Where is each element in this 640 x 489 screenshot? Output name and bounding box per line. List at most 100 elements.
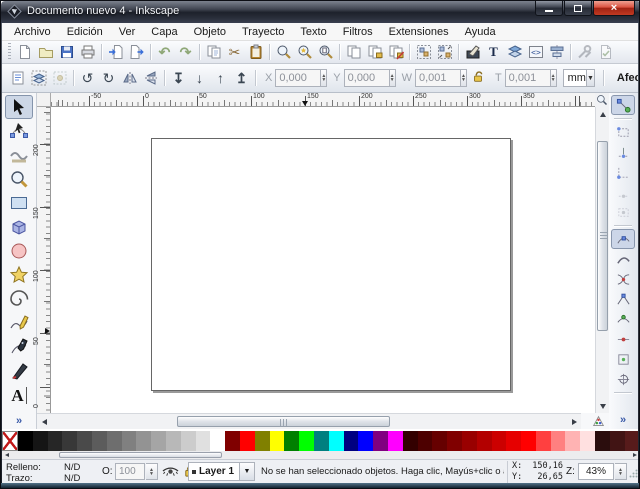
scroll-up-arrow[interactable]	[596, 107, 610, 121]
color-swatch[interactable]	[344, 431, 359, 451]
fill-value[interactable]: N/D	[64, 462, 80, 473]
layers-dialog-button[interactable]	[504, 42, 525, 62]
color-swatch[interactable]	[314, 431, 329, 451]
enable-snapping-button[interactable]	[611, 95, 635, 115]
pencil-tool[interactable]	[5, 311, 33, 335]
color-swatch[interactable]	[181, 431, 196, 451]
snap-path-intersections-button[interactable]	[611, 269, 635, 289]
color-swatch[interactable]	[122, 431, 137, 451]
color-swatch[interactable]	[48, 431, 63, 451]
lower-to-bottom-button[interactable]: ↧	[168, 68, 189, 88]
color-swatch[interactable]	[92, 431, 107, 451]
snap-bbox-edge-midpoints-button[interactable]	[611, 182, 635, 202]
document-properties-button[interactable]	[595, 42, 616, 62]
color-swatch[interactable]	[166, 431, 181, 451]
color-swatch[interactable]	[299, 431, 314, 451]
redo-button[interactable]: ↷	[175, 42, 196, 62]
snap-paths-button[interactable]	[611, 249, 635, 269]
color-swatch[interactable]	[565, 431, 580, 451]
node-tool[interactable]	[5, 119, 33, 143]
open-document-button[interactable]	[35, 42, 56, 62]
height-spinner[interactable]: ▲▼	[551, 69, 557, 87]
snap-nodes-button[interactable]	[611, 229, 635, 249]
close-button[interactable]: ×	[593, 1, 635, 16]
y-spinner[interactable]: ▲▼	[390, 69, 396, 87]
menu-item-archivo[interactable]: Archivo	[6, 24, 59, 40]
minimize-button[interactable]	[535, 1, 563, 16]
x-spinner[interactable]: ▲▼	[321, 69, 327, 87]
menu-item-filtros[interactable]: Filtros	[335, 24, 381, 40]
menu-item-trayecto[interactable]: Trayecto	[234, 24, 292, 40]
pen-tool[interactable]	[5, 335, 33, 359]
snap-bbox-button[interactable]	[611, 122, 635, 142]
color-swatch[interactable]	[18, 431, 33, 451]
save-document-button[interactable]	[56, 42, 77, 62]
select-all-button[interactable]	[7, 68, 28, 88]
y-field[interactable]	[344, 69, 390, 87]
zoom-page-button[interactable]	[315, 42, 336, 62]
text-dialog-button[interactable]: T	[483, 42, 504, 62]
swatch-none[interactable]	[2, 431, 18, 451]
inkscape-preferences-button[interactable]	[574, 42, 595, 62]
raise-to-top-button[interactable]: ↥	[231, 68, 252, 88]
snap-object-centers-button[interactable]	[611, 349, 635, 369]
sticky-zoom-toggle[interactable]	[595, 93, 609, 107]
unit-dropdown-icon[interactable]: ▼	[587, 69, 595, 87]
flip-horizontal-button[interactable]	[119, 68, 140, 88]
layer-visibility-eye-icon[interactable]	[162, 465, 179, 480]
export-document-button[interactable]	[126, 42, 147, 62]
height-field[interactable]	[505, 69, 551, 87]
color-swatch[interactable]	[492, 431, 507, 451]
menu-item-capa[interactable]: Capa	[143, 24, 185, 40]
new-document-button[interactable]	[14, 42, 35, 62]
color-swatch[interactable]	[432, 431, 447, 451]
color-swatch[interactable]	[225, 431, 240, 451]
print-document-button[interactable]	[77, 42, 98, 62]
color-swatch[interactable]	[403, 431, 418, 451]
layer-dropdown-icon[interactable]: ▼	[240, 462, 255, 481]
zoom-tool[interactable]	[5, 167, 33, 191]
vertical-ruler[interactable]: 200150100500	[37, 107, 51, 413]
color-swatch[interactable]	[610, 431, 625, 451]
unlink-clone-button[interactable]	[385, 42, 406, 62]
scroll-down-arrow[interactable]	[596, 399, 610, 413]
tweak-tool[interactable]	[5, 143, 33, 167]
raise-button[interactable]: ↑	[210, 68, 231, 88]
color-managed-display-toggle[interactable]	[581, 413, 609, 429]
zoom-field[interactable]	[578, 463, 614, 480]
import-document-button[interactable]	[105, 42, 126, 62]
color-swatch[interactable]	[151, 431, 166, 451]
color-swatch[interactable]	[210, 431, 225, 451]
horizontal-scrollbar[interactable]	[37, 413, 581, 429]
rotate-cw-button[interactable]: ↻	[98, 68, 119, 88]
create-clone-button[interactable]	[364, 42, 385, 62]
zoom-drawing-button[interactable]	[294, 42, 315, 62]
color-swatch[interactable]	[506, 431, 521, 451]
color-swatch[interactable]	[462, 431, 477, 451]
color-swatch[interactable]	[62, 431, 77, 451]
maximize-button[interactable]	[564, 1, 592, 16]
snap-bbox-centers-button[interactable]	[611, 202, 635, 222]
group-objects-button[interactable]	[413, 42, 434, 62]
resize-grip[interactable]	[629, 469, 638, 481]
3dbox-tool[interactable]	[5, 215, 33, 239]
scroll-left-arrow[interactable]	[37, 415, 51, 429]
color-swatch[interactable]	[284, 431, 299, 451]
color-swatch[interactable]	[270, 431, 285, 451]
menu-item-texto[interactable]: Texto	[292, 24, 334, 40]
horizontal-ruler[interactable]: -50050100150200250300350	[51, 93, 595, 107]
vertical-scrollbar[interactable]	[595, 107, 609, 413]
star-tool[interactable]	[5, 263, 33, 287]
color-swatch[interactable]	[551, 431, 566, 451]
color-swatch[interactable]	[580, 431, 595, 451]
color-swatch[interactable]	[521, 431, 536, 451]
color-swatch[interactable]	[447, 431, 462, 451]
current-layer-select[interactable]: Layer 1	[188, 462, 240, 481]
vertical-scroll-thumb[interactable]	[597, 141, 608, 331]
copy-button[interactable]	[203, 42, 224, 62]
color-swatch[interactable]	[196, 431, 211, 451]
snap-smooth-nodes-button[interactable]	[611, 309, 635, 329]
text-tool[interactable]: A	[5, 383, 33, 407]
width-spinner[interactable]: ▲▼	[461, 69, 467, 87]
fill-stroke-dialog-button[interactable]	[462, 42, 483, 62]
